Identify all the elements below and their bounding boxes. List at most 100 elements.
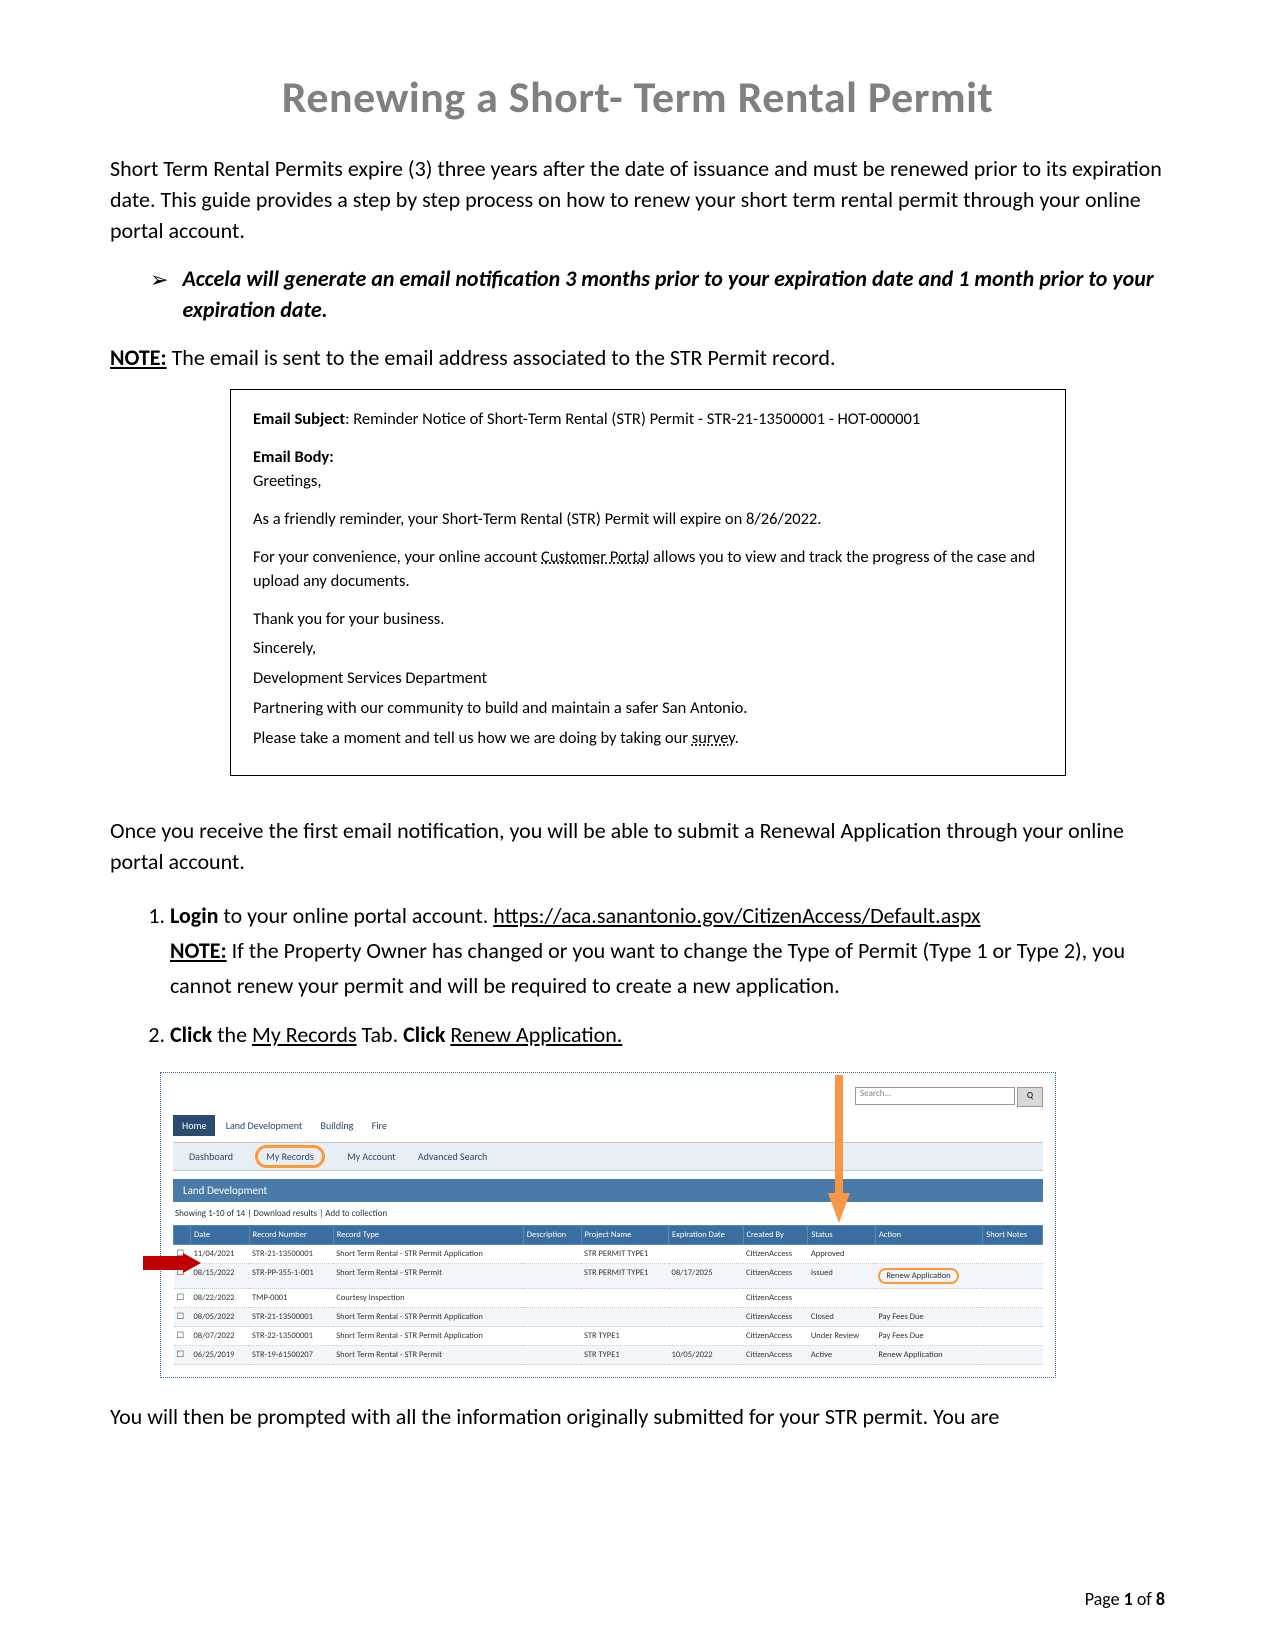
subtab-advanced-search[interactable]: Advanced Search (408, 1147, 497, 1166)
renew-application-link[interactable]: Renew Application (878, 1268, 958, 1284)
table-cell (581, 1308, 669, 1327)
arrow-icon: ➢ (150, 266, 168, 293)
table-cell: CitizenAccess (743, 1289, 808, 1308)
table-cell: STR-PP-355-1-001 (249, 1264, 333, 1289)
email-p2: For your convenience, your online accoun… (253, 546, 1043, 594)
table-header[interactable]: Status (808, 1226, 876, 1245)
table-header[interactable]: Record Type (333, 1226, 523, 1245)
tab-home[interactable]: Home (173, 1115, 215, 1136)
customer-portal-link[interactable]: Customer Portal (541, 547, 649, 567)
row-checkbox[interactable]: ☐ (177, 1331, 185, 1341)
table-cell: STR-21-13500001 (249, 1308, 333, 1327)
table-cell (523, 1289, 581, 1308)
table-cell: ☐ (174, 1308, 191, 1327)
table-cell: 08/17/2025 (669, 1264, 744, 1289)
table-header[interactable]: Created By (743, 1226, 808, 1245)
table-cell: Short Term Rental - STR Permit (333, 1264, 523, 1289)
tab-building[interactable]: Building (313, 1116, 362, 1135)
renew-application-ref: Renew Application. (450, 1021, 622, 1048)
table-cell: Active (808, 1346, 876, 1365)
search-go-button[interactable]: Q (1017, 1087, 1043, 1107)
email-subject-text: : Reminder Notice of Short-Term Rental (… (345, 409, 920, 429)
table-cell: STR TYPE1 (581, 1327, 669, 1346)
table-cell: Issued (808, 1264, 876, 1289)
row-checkbox[interactable]: ☐ (177, 1312, 185, 1322)
table-header[interactable]: Short Notes (983, 1226, 1043, 1245)
table-cell: STR TYPE1 (581, 1346, 669, 1365)
table-row: ☐08/15/2022STR-PP-355-1-001Short Term Re… (174, 1264, 1043, 1289)
table-cell: Pay Fees Due (875, 1327, 982, 1346)
note-line: NOTE: The email is sent to the email add… (110, 344, 1165, 371)
table-header[interactable] (174, 1226, 191, 1245)
table-cell: Pay Fees Due (875, 1308, 982, 1327)
table-row: ☐08/22/2022TMP-0001Courtesy InspectionCi… (174, 1289, 1043, 1308)
step-1: Login to your online portal account. htt… (170, 898, 1165, 1004)
email-p4: Sincerely, (253, 637, 1043, 661)
table-row: ☐ 08/05/2022STR-21-13500001Short Term Ren… (174, 1308, 1043, 1327)
results-hint: Showing 1-10 of 14 | Download results | … (173, 1202, 1043, 1225)
table-cell (669, 1308, 744, 1327)
main-nav: Home Land Development Building Fire (173, 1115, 1043, 1136)
table-cell: ☐ (174, 1327, 191, 1346)
table-cell: 06/25/2019 (190, 1346, 249, 1365)
subtab-dashboard[interactable]: Dashboard (179, 1147, 243, 1166)
table-cell (523, 1308, 581, 1327)
table-header[interactable]: Action (875, 1226, 982, 1245)
table-cell (523, 1327, 581, 1346)
step1-note-label: NOTE: (170, 937, 227, 964)
table-header[interactable]: Description (523, 1226, 581, 1245)
email-p3: Thank you for your business. (253, 608, 1043, 632)
step-2: Click the My Records Tab. Click Renew Ap… (170, 1017, 1165, 1052)
table-cell: CitizenAccess (743, 1308, 808, 1327)
tab-land-development[interactable]: Land Development (218, 1116, 311, 1135)
table-cell (523, 1346, 581, 1365)
subtab-my-records[interactable]: My Records (245, 1147, 335, 1166)
table-cell: Short Term Rental - STR Permit Applicati… (333, 1327, 523, 1346)
table-header[interactable]: Record Number (249, 1226, 333, 1245)
table-header[interactable]: Expiration Date (669, 1226, 744, 1245)
table-cell (523, 1264, 581, 1289)
table-cell: Closed (808, 1308, 876, 1327)
table-cell: Renew Application (875, 1264, 982, 1289)
table-cell (983, 1245, 1043, 1264)
sub-nav: Dashboard My Records My Account Advanced… (173, 1142, 1043, 1171)
table-header[interactable]: Project Name (581, 1226, 669, 1245)
page-title: Renewing a Short- Term Rental Permit (110, 70, 1165, 124)
search-input[interactable]: Search... (855, 1087, 1015, 1105)
subtab-my-account[interactable]: My Account (337, 1147, 406, 1166)
table-row: ☐ 08/07/2022STR-22-13500001Short Term Ren… (174, 1327, 1043, 1346)
table-cell (808, 1289, 876, 1308)
portal-url[interactable]: https://aca.sanantonio.gov/CitizenAccess… (493, 902, 980, 929)
table-cell: Under Review (808, 1327, 876, 1346)
survey-link[interactable]: survey (692, 728, 735, 748)
tab-fire[interactable]: Fire (364, 1116, 395, 1135)
email-subject-label: Email Subject (253, 409, 345, 429)
bullet-text: Accela will generate an email notificati… (182, 264, 1165, 326)
page-number: Page 1 of 8 (1085, 1588, 1165, 1610)
intro-paragraph: Short Term Rental Permits expire (3) thr… (110, 154, 1165, 246)
table-cell: CitizenAccess (743, 1245, 808, 1264)
records-table: DateRecord NumberRecord TypeDescriptionP… (173, 1225, 1043, 1365)
table-cell: TMP-0001 (249, 1289, 333, 1308)
after-email-paragraph: Once you receive the first email notific… (110, 816, 1165, 878)
table-cell: STR-22-13500001 (249, 1327, 333, 1346)
table-cell: 08/05/2022 (190, 1308, 249, 1327)
table-row: ☐11/04/2021STR-21-13500001Short Term Ren… (174, 1245, 1043, 1264)
table-cell: Renew Application (875, 1346, 982, 1365)
table-cell (669, 1289, 744, 1308)
table-cell (875, 1245, 982, 1264)
table-cell (983, 1327, 1043, 1346)
portal-screenshot: Search... Q Home Land Development Buildi… (160, 1072, 1056, 1378)
email-greeting: Greetings, (253, 470, 1043, 494)
row-checkbox[interactable]: ☐ (177, 1350, 185, 1360)
table-cell: STR-21-13500001 (249, 1245, 333, 1264)
red-arrow-icon (143, 1253, 201, 1273)
table-cell: 08/07/2022 (190, 1327, 249, 1346)
table-cell: Short Term Rental - STR Permit Applicati… (333, 1308, 523, 1327)
table-cell (669, 1245, 744, 1264)
notification-bullet: ➢ Accela will generate an email notifica… (150, 264, 1165, 326)
table-header[interactable]: Date (190, 1226, 249, 1245)
email-p6: Partnering with our community to build a… (253, 697, 1043, 721)
table-cell: Courtesy Inspection (333, 1289, 523, 1308)
row-checkbox[interactable]: ☐ (177, 1293, 185, 1303)
